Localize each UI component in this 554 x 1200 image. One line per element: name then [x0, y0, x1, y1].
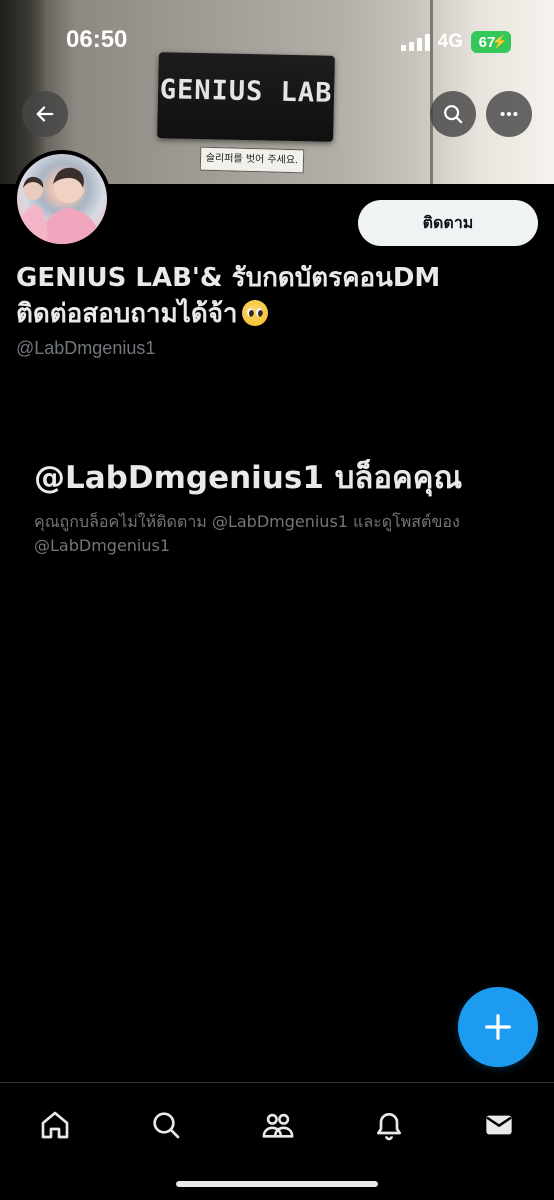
display-name-line1: GENIUS LAB'& รับกดบัตรคอนDM	[16, 263, 441, 293]
nav-home[interactable]	[33, 1103, 77, 1147]
display-name: GENIUS LAB'& รับกดบัตรคอนDM ติดต่อสอบถาม…	[16, 260, 536, 332]
more-button[interactable]	[486, 91, 532, 137]
status-indicators: 4G 67 ⚡	[400, 30, 511, 54]
battery-icon: 67 ⚡	[471, 31, 511, 53]
blocked-title: @LabDmgenius1 บล็อคคุณ	[34, 460, 463, 496]
pleading-face-icon	[241, 300, 268, 326]
nav-search[interactable]	[144, 1103, 188, 1147]
display-name-line2: ติดต่อสอบถามได้จ้า	[16, 296, 536, 332]
signal-icon	[400, 33, 430, 51]
banner-sign-text: GENIUS LAB	[159, 74, 333, 109]
arrow-left-icon	[36, 106, 54, 122]
banner-door-frame	[430, 0, 433, 184]
profile-handle: @LabDmgenius1	[16, 338, 156, 358]
plus-icon	[485, 1014, 511, 1040]
messages-icon	[486, 1115, 512, 1135]
network-type: 4G	[437, 31, 463, 52]
banner-sign: GENIUS LAB	[157, 52, 335, 142]
charging-bolt-icon: ⚡	[491, 34, 508, 49]
avatar-photo	[17, 167, 101, 244]
display-name-line2-text: ติดต่อสอบถามได้จ้า	[16, 299, 238, 329]
blocked-description: คุณถูกบล็อคไม่ให้ติดตาม @LabDmgenius1 แล…	[34, 512, 460, 555]
home-indicator[interactable]	[176, 1181, 378, 1187]
more-horizontal-icon	[500, 111, 518, 117]
search-icon	[153, 1112, 180, 1139]
back-button[interactable]	[22, 91, 68, 137]
communities-icon	[262, 1113, 294, 1138]
search-button[interactable]	[430, 91, 476, 137]
follow-button[interactable]: ติดตาม	[358, 200, 538, 246]
compose-button[interactable]	[458, 987, 538, 1067]
nav-communities[interactable]	[256, 1103, 300, 1147]
home-icon	[41, 1111, 69, 1139]
status-time: 06:50	[66, 26, 128, 53]
notifications-icon	[377, 1113, 401, 1141]
search-icon	[444, 105, 463, 124]
nav-messages[interactable]	[477, 1103, 521, 1147]
banner-sticker: 슬리퍼를 벗어 주세요.	[199, 146, 305, 174]
nav-notifications[interactable]	[367, 1103, 411, 1147]
avatar[interactable]	[13, 150, 111, 248]
